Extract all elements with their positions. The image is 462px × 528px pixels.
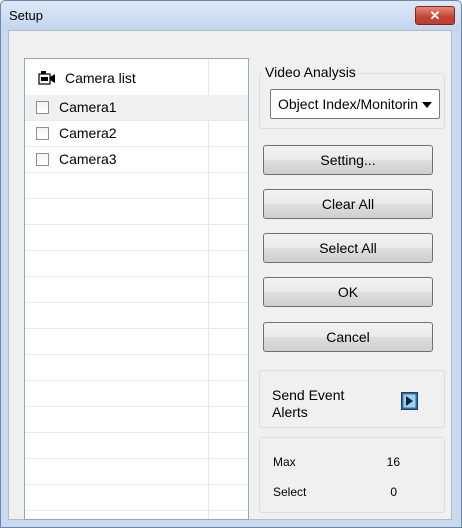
send-arrow-icon[interactable]: [401, 392, 418, 410]
empty-row: [25, 459, 248, 485]
send-event-label: Send Event Alerts: [272, 387, 372, 421]
send-event-line2: Alerts: [272, 404, 308, 420]
camera-icon: [38, 71, 55, 85]
list-item[interactable]: Camera2: [25, 121, 248, 147]
empty-row: [25, 277, 248, 303]
max-label: Max: [273, 455, 296, 469]
camera-checkbox[interactable]: [36, 153, 49, 166]
empty-row: [25, 173, 248, 199]
clear-all-button[interactable]: Clear All: [263, 189, 433, 219]
camera-list-header[interactable]: Camera list: [25, 59, 248, 95]
empty-row: [25, 407, 248, 433]
empty-row: [25, 199, 248, 225]
list-item[interactable]: Camera1: [25, 95, 248, 121]
stats-group: [259, 437, 445, 513]
camera-list[interactable]: Camera list Camera1 Camera2 Camera3: [24, 58, 249, 520]
empty-row: [25, 381, 248, 407]
empty-row: [25, 303, 248, 329]
empty-row: [25, 225, 248, 251]
select-all-button[interactable]: Select All: [263, 233, 433, 263]
send-event-line1: Send Event: [272, 387, 345, 403]
close-button[interactable]: ✕: [415, 6, 455, 25]
video-analysis-dropdown[interactable]: Object Index/Monitoring: [270, 89, 440, 119]
close-icon: ✕: [429, 8, 441, 23]
window-title: Setup: [9, 8, 43, 23]
camera-name: Camera2: [59, 125, 117, 141]
camera-list-title: Camera list: [65, 70, 136, 86]
empty-row: [25, 433, 248, 459]
chevron-down-icon[interactable]: [422, 102, 432, 108]
title-bar: Setup ✕: [1, 1, 461, 31]
ok-button[interactable]: OK: [263, 277, 433, 307]
max-value: 16: [386, 455, 400, 469]
setting-button[interactable]: Setting...: [263, 145, 433, 175]
empty-row: [25, 485, 248, 511]
camera-checkbox[interactable]: [36, 101, 49, 114]
list-item[interactable]: Camera3: [25, 147, 248, 173]
dropdown-selected-value: Object Index/Monitoring: [278, 96, 418, 112]
select-count-label: Select: [273, 485, 307, 499]
empty-row: [25, 251, 248, 277]
cancel-button[interactable]: Cancel: [263, 322, 433, 352]
camera-checkbox[interactable]: [36, 127, 49, 140]
select-count-value: 0: [390, 485, 397, 499]
empty-row: [25, 329, 248, 355]
camera-name: Camera1: [59, 99, 117, 115]
video-analysis-title: Video Analysis: [262, 64, 359, 80]
camera-name: Camera3: [59, 151, 117, 167]
empty-row: [25, 355, 248, 381]
